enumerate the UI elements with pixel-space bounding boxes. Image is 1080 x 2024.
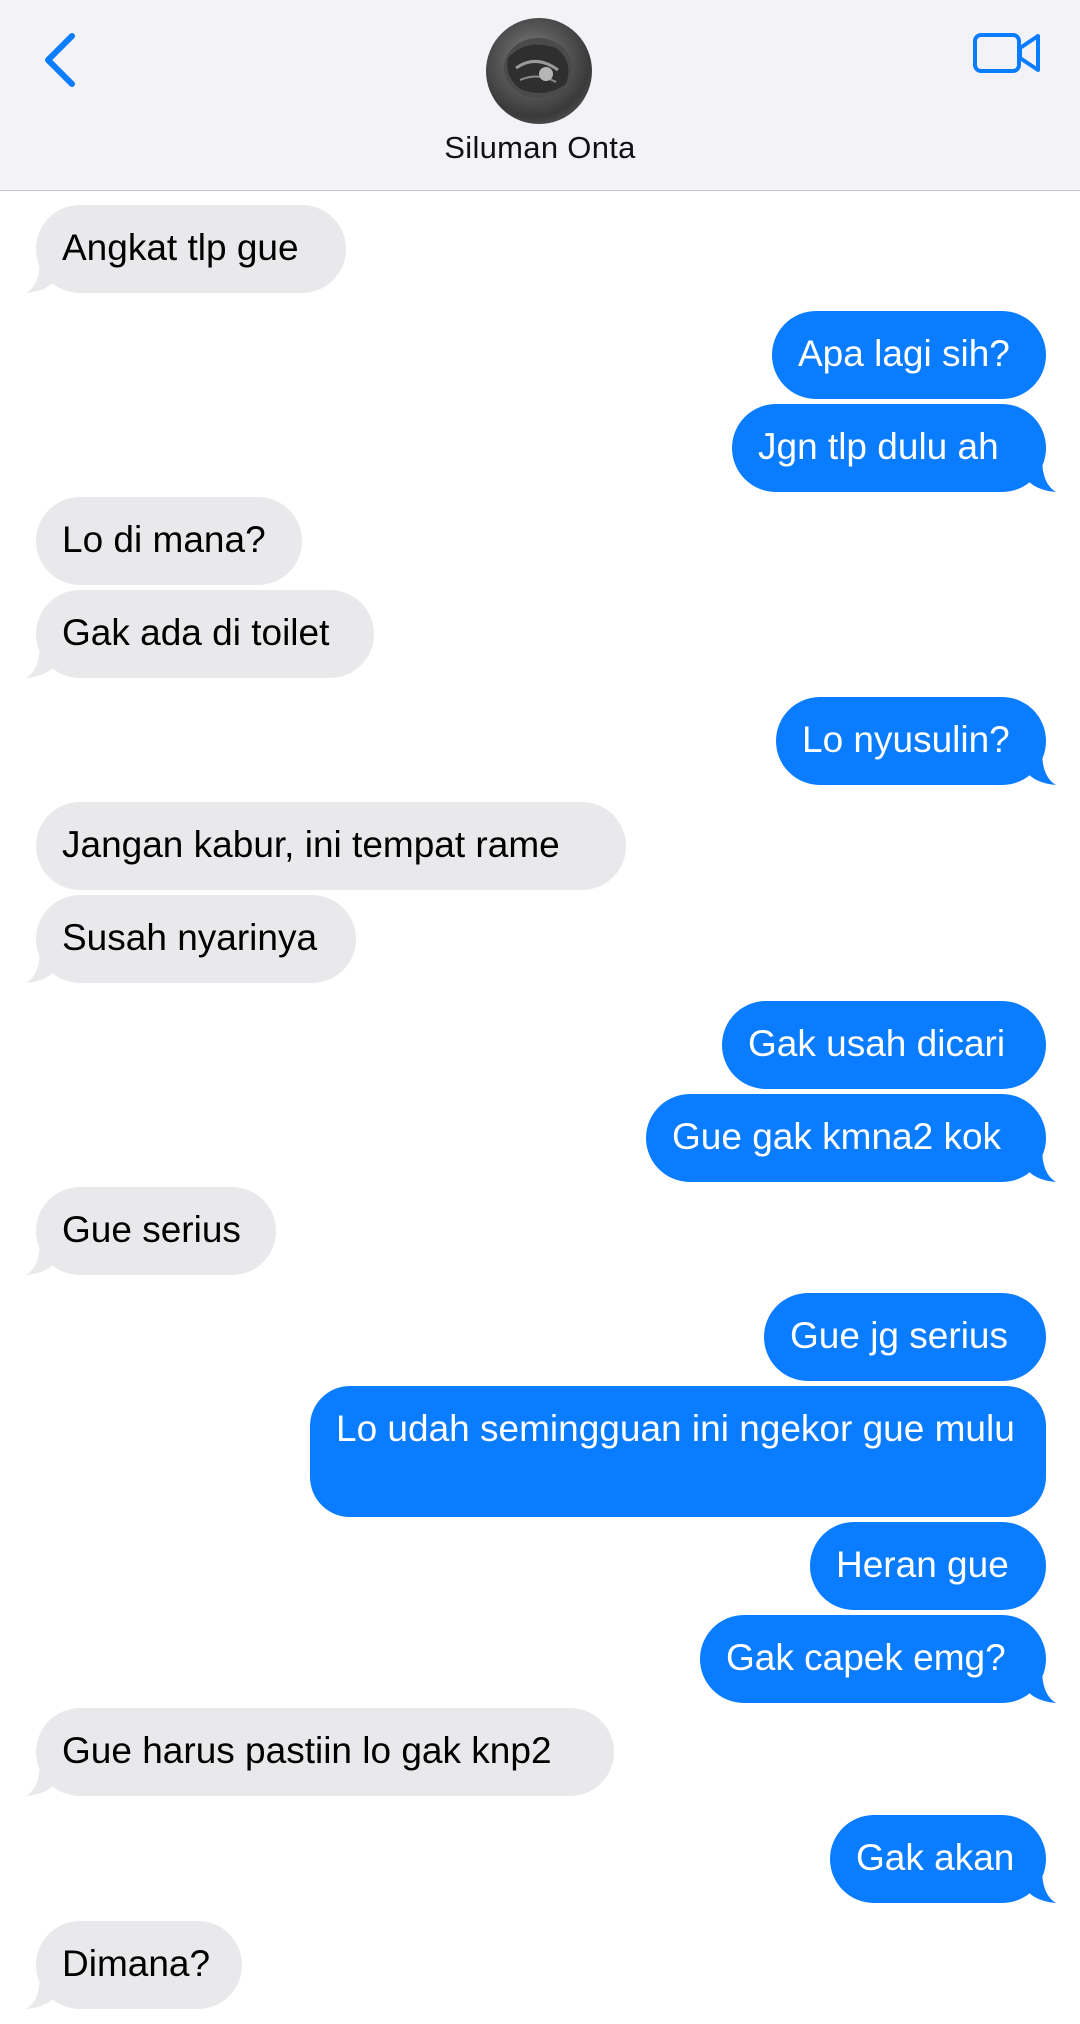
incoming-message-bubble[interactable]: Gue serius xyxy=(36,1187,276,1275)
bubble-tail xyxy=(26,1975,56,2009)
bubble-tail xyxy=(1026,1869,1056,1903)
bubble-tail xyxy=(26,259,56,293)
bubble-tail xyxy=(26,949,56,983)
incoming-message-bubble[interactable]: Dimana? xyxy=(36,1921,242,2009)
outgoing-message-bubble[interactable]: Gue gak kmna2 kok xyxy=(646,1094,1046,1182)
bubble-tail xyxy=(26,1762,56,1796)
outgoing-message-bubble[interactable]: Gak usah dicari xyxy=(722,1001,1046,1089)
outgoing-message-bubble[interactable]: Lo nyusulin? xyxy=(776,697,1046,785)
outgoing-message-bubble[interactable]: Apa lagi sih? xyxy=(772,311,1046,399)
incoming-message-bubble[interactable]: Gak ada di toilet xyxy=(36,590,374,678)
outgoing-message-bubble[interactable]: Gue jg serius xyxy=(764,1293,1046,1381)
incoming-message-bubble[interactable]: Gue harus pastiin lo gak knp2 xyxy=(36,1708,614,1796)
avatar-photo xyxy=(504,38,572,98)
outgoing-message-bubble[interactable]: Lo udah semingguan ini ngekor gue mulu xyxy=(310,1386,1046,1517)
incoming-message-bubble[interactable]: Susah nyarinya xyxy=(36,895,356,983)
outgoing-message-bubble[interactable]: Gak capek emg? xyxy=(700,1615,1046,1703)
video-camera-icon[interactable] xyxy=(972,28,1042,78)
bubble-tail xyxy=(1026,1669,1056,1703)
conversation-header: Siluman Onta xyxy=(0,0,1080,191)
bubble-tail xyxy=(1026,751,1056,785)
chevron-left-icon[interactable] xyxy=(40,30,80,90)
bubble-tail xyxy=(26,644,56,678)
incoming-message-bubble[interactable]: Angkat tlp gue xyxy=(36,205,346,293)
incoming-message-bubble[interactable]: Jangan kabur, ini tempat rame xyxy=(36,802,626,890)
outgoing-message-bubble[interactable]: Jgn tlp dulu ah xyxy=(732,404,1046,492)
bubble-tail xyxy=(26,1241,56,1275)
avatar[interactable] xyxy=(486,18,592,124)
bubble-tail xyxy=(1026,1148,1056,1182)
contact-name[interactable]: Siluman Onta xyxy=(0,130,1080,166)
bubble-tail xyxy=(1026,458,1056,492)
outgoing-message-bubble[interactable]: Gak akan xyxy=(830,1815,1046,1903)
incoming-message-bubble[interactable]: Lo di mana? xyxy=(36,497,302,585)
outgoing-message-bubble[interactable]: Heran gue xyxy=(810,1522,1046,1610)
